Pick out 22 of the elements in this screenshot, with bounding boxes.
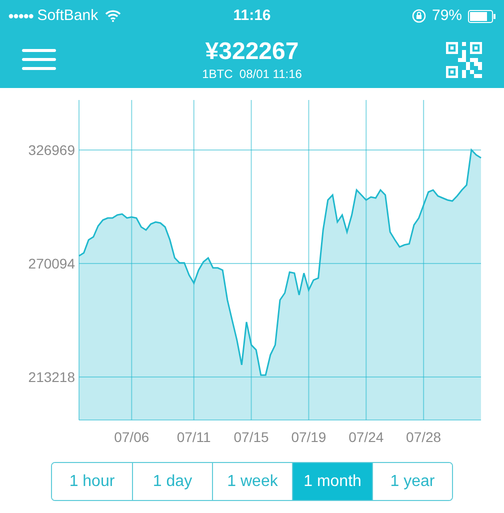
- wifi-icon: [105, 10, 122, 22]
- range-tab[interactable]: 1 month: [292, 463, 372, 500]
- x-axis-label: 07/11: [176, 429, 211, 445]
- x-axis-label: 07/06: [114, 429, 150, 445]
- y-axis-label: 270094: [28, 256, 75, 272]
- x-axis-label: 07/24: [348, 429, 384, 445]
- signal-strength: ●●●●●: [8, 10, 34, 24]
- price-subtitle: 1BTC 08/01 11:16: [202, 66, 302, 82]
- y-axis-label: 326969: [28, 142, 75, 158]
- clock-time: 11:16: [233, 6, 271, 26]
- carrier-name: SoftBank: [37, 6, 98, 26]
- x-axis-label: 07/19: [291, 429, 326, 445]
- rotation-lock-icon: [412, 9, 426, 23]
- battery-percent: 79%: [432, 6, 462, 26]
- x-axis-label: 07/28: [406, 429, 442, 445]
- y-axis-label: 213218: [28, 369, 75, 386]
- x-axis-label: 07/15: [234, 429, 269, 445]
- qr-code-icon[interactable]: [446, 42, 482, 78]
- menu-icon[interactable]: [22, 49, 58, 71]
- battery-icon: [468, 10, 496, 22]
- range-tab[interactable]: 1 year: [372, 463, 452, 500]
- price-value: ¥322267: [205, 38, 299, 66]
